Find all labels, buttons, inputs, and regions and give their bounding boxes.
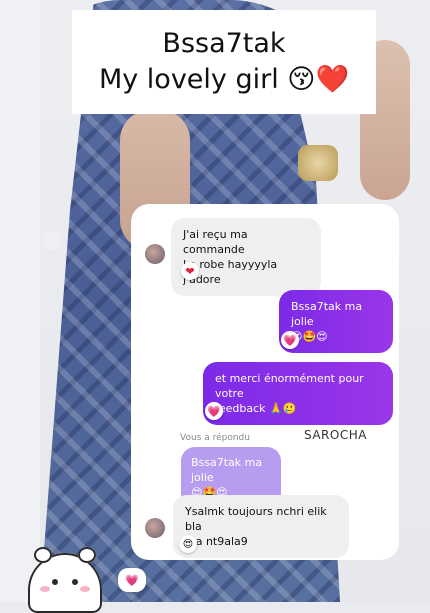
- heart-bubble-icon: 💗: [118, 568, 146, 592]
- reaction-heart: 💗: [205, 402, 223, 420]
- bear-ear: [78, 547, 96, 563]
- caption-subtitle: My lovely girl 😚❤️: [98, 64, 350, 95]
- reaction-heart: 💗: [281, 331, 299, 349]
- reply-meta-label: Vous a répondu: [180, 433, 250, 443]
- avatar: [145, 518, 165, 538]
- bear-cheek: [80, 586, 90, 592]
- chat-screenshot: J'ai reçu ma commande La robe hayyyyla j…: [131, 204, 399, 560]
- bear-ear: [34, 547, 52, 563]
- incoming-message-2[interactable]: Ysalmk toujours nchri elik bla ma nt9ala…: [173, 495, 349, 558]
- reaction-heart: ❤: [181, 262, 199, 280]
- sender-name: SAROCHA: [304, 428, 367, 442]
- bear-sticker-icon: [28, 547, 102, 613]
- caption-box: Bssa7tak My lovely girl 😚❤️: [72, 10, 376, 114]
- incoming-message-1[interactable]: J'ai reçu ma commande La robe hayyyyla j…: [171, 218, 321, 296]
- bear-cheek: [40, 586, 50, 592]
- avatar: [145, 244, 165, 264]
- reaction-heart-eyes: 😍: [179, 535, 197, 553]
- bear-eye: [72, 579, 78, 585]
- bear-eye: [52, 579, 58, 585]
- outgoing-message-2[interactable]: et merci énormément pour votre feedback …: [203, 362, 393, 425]
- caption-title: Bssa7tak: [162, 28, 286, 59]
- watch-photo: [298, 145, 338, 181]
